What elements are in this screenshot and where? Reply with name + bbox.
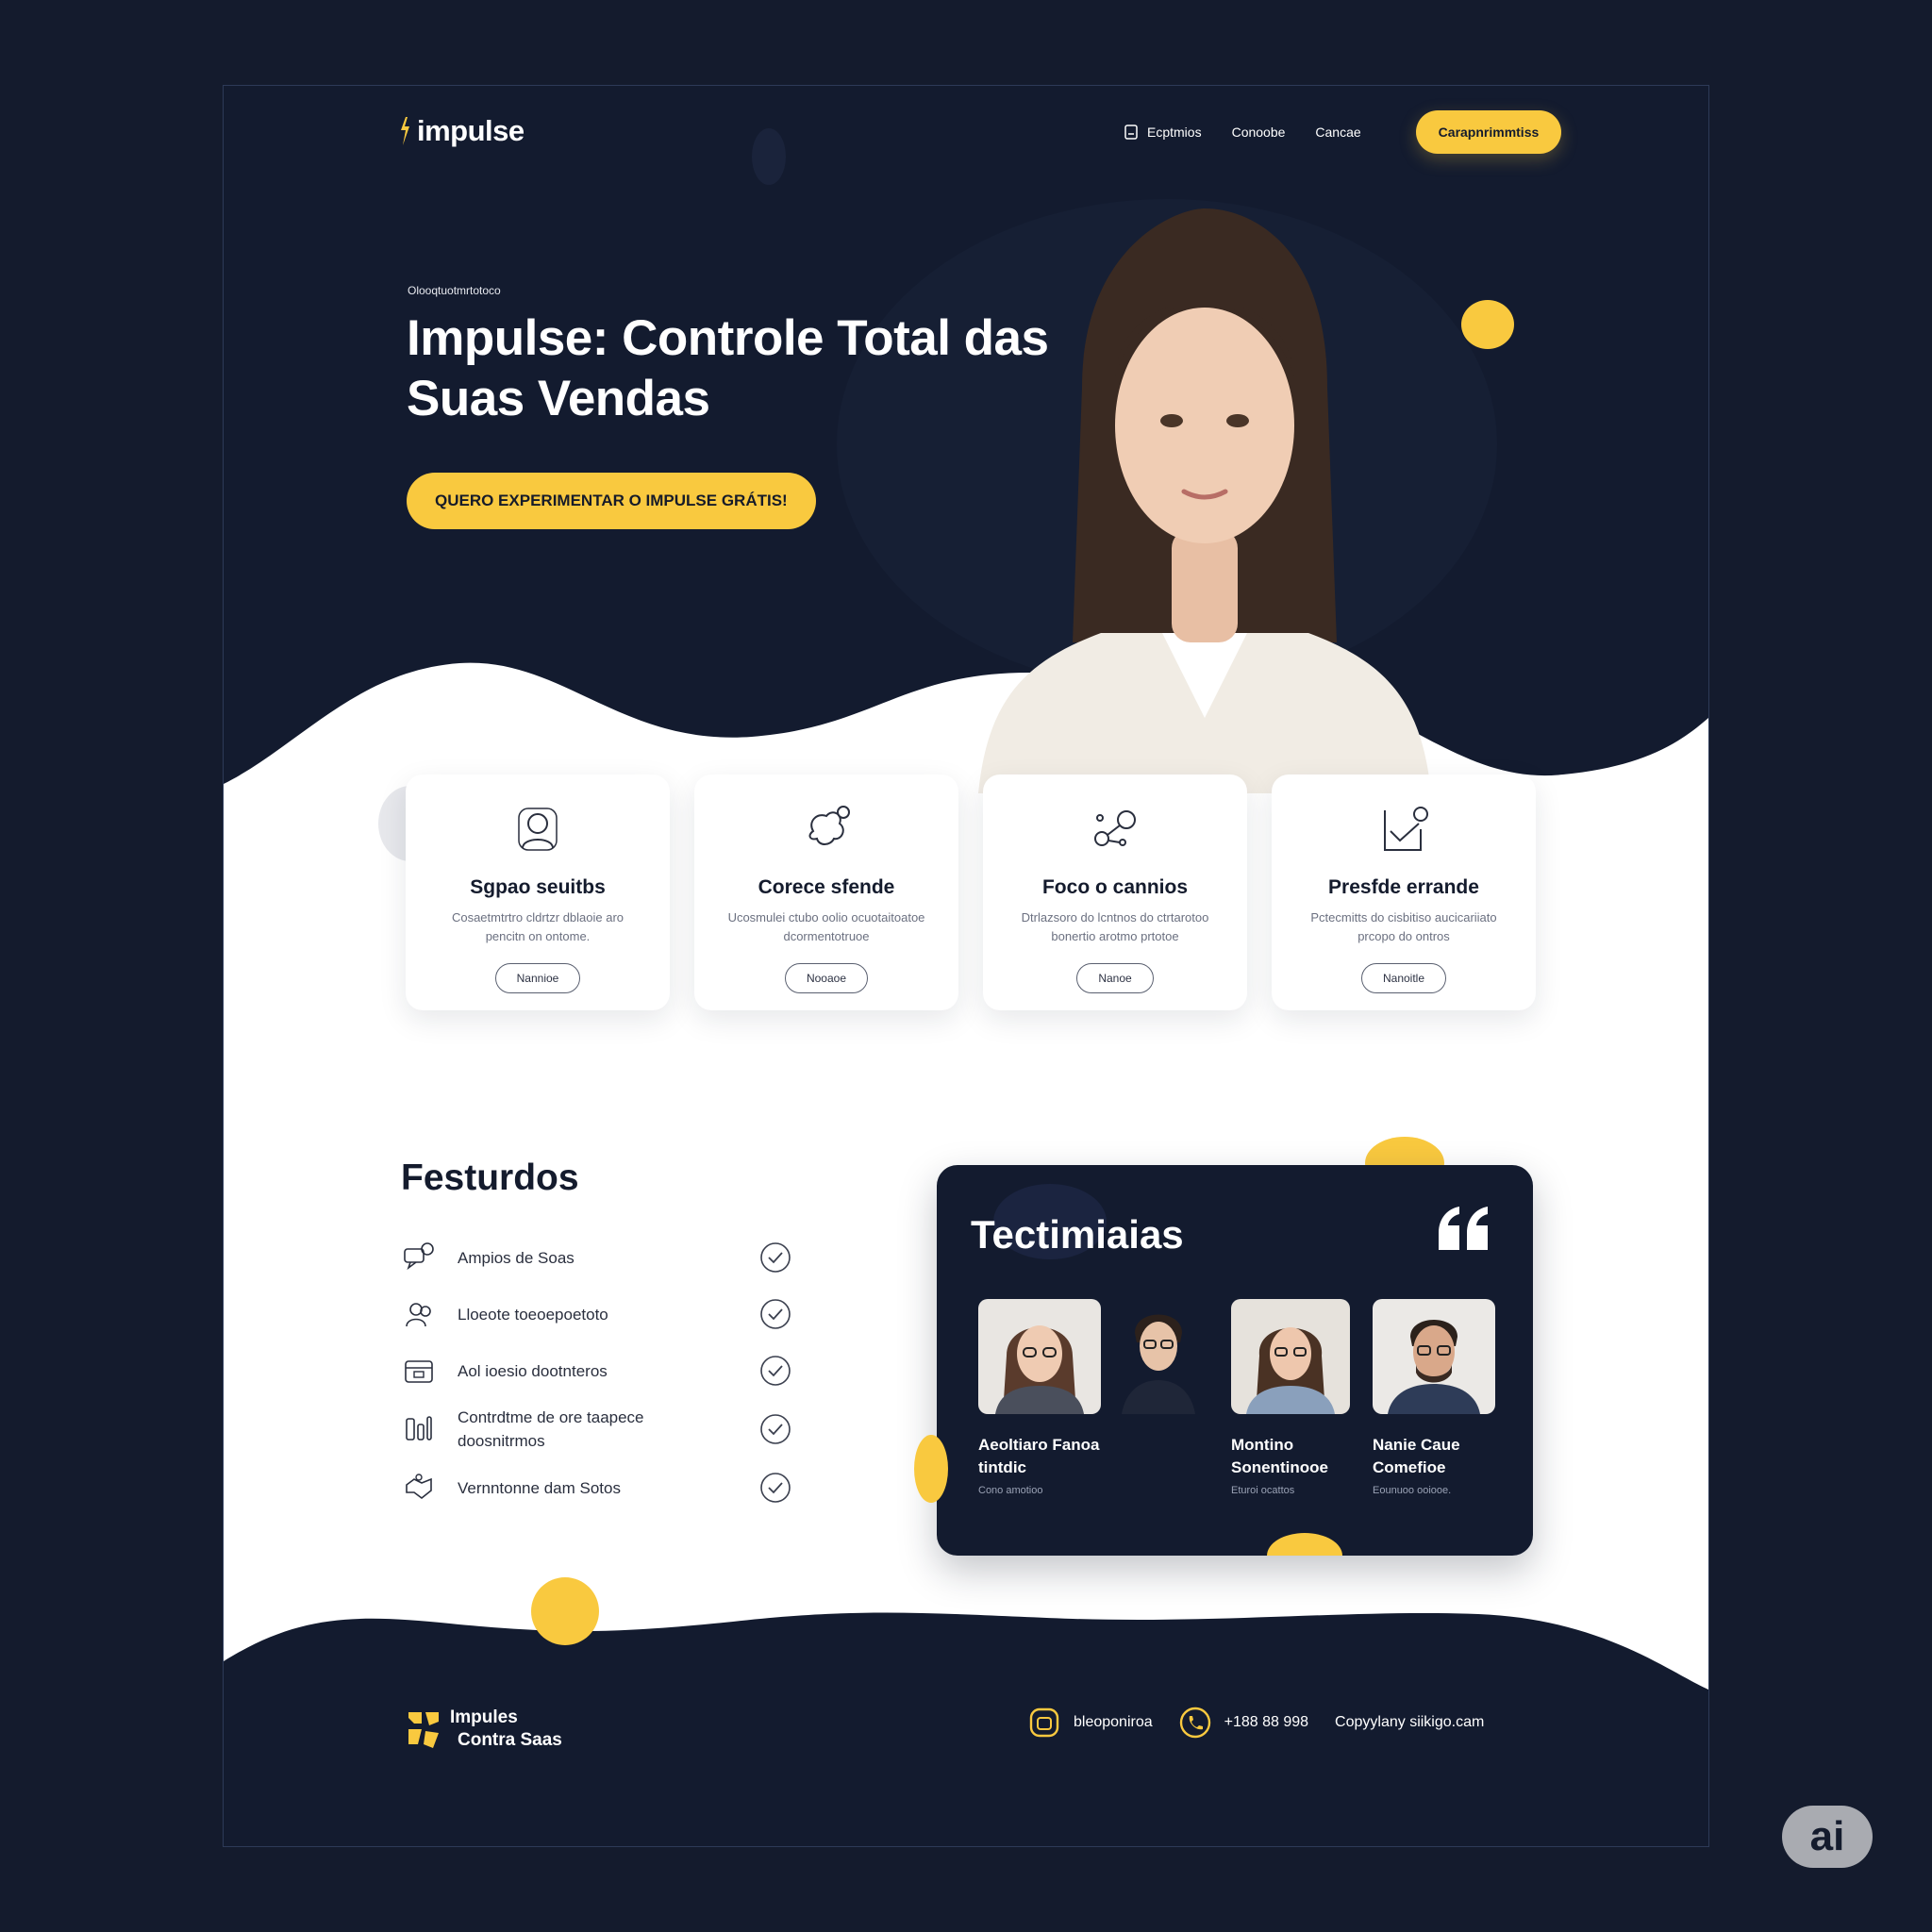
decor-blob	[752, 128, 786, 185]
feature-card: Foco o cannios Dtrlazsoro do lcntnos do …	[983, 774, 1247, 1010]
testimonial-role: Eounuoo ooiooe.	[1373, 1485, 1452, 1496]
card-title: Corece sfende	[758, 876, 895, 898]
testimonial-photo	[978, 1299, 1101, 1414]
features-title: Festurdos	[401, 1158, 579, 1198]
nav-item-conoobe[interactable]: Conoobe	[1232, 125, 1286, 140]
hero-eyebrow: Olooqtuotmrtotoco	[408, 284, 501, 297]
users-icon	[406, 1303, 431, 1327]
user-icon	[518, 808, 558, 851]
card-title: Foco o cannios	[1041, 876, 1188, 898]
mail-icon	[1029, 1707, 1059, 1738]
card-button[interactable]: Nooaoe	[784, 963, 869, 993]
chat-icon	[404, 1242, 434, 1271]
testimonial-photo	[1231, 1299, 1350, 1414]
testimonials-title: Tectimiaias	[971, 1212, 1184, 1257]
phone-icon	[1179, 1707, 1210, 1739]
check-circle-icon	[760, 1473, 791, 1503]
testimonial-name: Nanie Caue Comefioe	[1373, 1436, 1460, 1476]
feature-row: Contrdtme de ore taapece doosnitrmos	[403, 1399, 799, 1459]
chart-icon	[406, 1416, 432, 1441]
hero-portrait	[978, 208, 1431, 793]
network-icon	[1094, 810, 1136, 846]
footer-copyright: Copyylany siikigo.cam	[1335, 1714, 1485, 1730]
inbox-check-icon	[1384, 807, 1428, 851]
testimonial-photo	[1122, 1314, 1195, 1414]
feature-card: Presfde errande Pctecmitts do cisbitiso …	[1272, 774, 1536, 1010]
card-button[interactable]: Nannioe	[494, 963, 581, 993]
nav-item-ecptmios[interactable]: Ecptmios	[1124, 125, 1202, 140]
logo-mark-icon	[401, 117, 409, 145]
card-title: Presfde errande	[1328, 876, 1479, 898]
footer-contact: bleoponiroa +188 88 998 Copyylany siikig…	[1028, 1707, 1484, 1739]
testimonial-card: Montino Sonentinooe Eturoi ocattos	[1231, 1299, 1373, 1496]
ai-badge: ai	[1782, 1806, 1873, 1868]
card-button[interactable]: Nanoe	[1076, 963, 1154, 993]
feature-row: Vernntonne dam Sotos	[403, 1459, 799, 1516]
testimonial-photo	[1373, 1299, 1495, 1414]
landing-page: impulse Ecptmios Conoobe Cancae Carapnri…	[223, 85, 1709, 1847]
brain-icon	[808, 806, 850, 845]
card-button[interactable]: Nanoitle	[1360, 963, 1447, 993]
footer-brand-line2: Contra Saas	[458, 1730, 562, 1750]
feature-row: Ampios de Soas	[403, 1229, 799, 1286]
logo[interactable]: impulse	[398, 114, 525, 148]
nav-item-label: Cancae	[1315, 125, 1361, 140]
feature-card: Corece sfende Ucosmulei ctubo oolio ocuo…	[694, 774, 958, 1010]
feature-label: Lloeote toeoepoetoto	[458, 1305, 608, 1324]
document-icon	[1124, 125, 1138, 140]
check-circle-icon	[760, 1414, 791, 1444]
nav-cta-button[interactable]: Carapnrimmtiss	[1415, 110, 1562, 154]
card-description: Ucosmulei ctubo oolio ocuotaitoatoe dcor…	[727, 910, 925, 943]
top-nav: Ecptmios Conoobe Cancae Carapnrimmtiss	[1124, 110, 1562, 154]
feature-label: Contrdtme de ore taapece doosnitrmos	[458, 1408, 644, 1450]
footer-logo[interactable]: Impules Contra Saas	[405, 1707, 562, 1752]
testimonial-card	[1116, 1299, 1201, 1434]
feature-row: Lloeote toeoepoetoto	[403, 1286, 799, 1342]
testimonial-card: Aeoltiaro Fanoa tintdic Cono amotioo	[978, 1299, 1120, 1496]
feature-label: Vernntonne dam Sotos	[458, 1478, 621, 1497]
testimonials-panel: Tectimiaias Aeoltiaro Fanoa tintdic Cono…	[937, 1165, 1533, 1556]
nav-item-label: Conoobe	[1231, 125, 1286, 140]
feature-card: Sgpao seuitbs Cosaetmtrtro cldrtzr dblao…	[406, 774, 670, 1010]
footer-phone-text: +188 88 998	[1224, 1714, 1309, 1730]
decor-blob	[914, 1435, 948, 1503]
hero-cta-button[interactable]: QUERO EXPERIMENTAR O IMPULSE GRÁTIS!	[407, 473, 816, 529]
check-circle-icon	[760, 1299, 791, 1329]
quote-icon	[1439, 1207, 1488, 1250]
card-description: Dtrlazsoro do lcntnos do ctrtarotoo bone…	[1021, 910, 1209, 943]
footer-logo-icon	[408, 1712, 439, 1748]
card-description: Cosaetmtrtro cldrtzr dblaoie aro pencitn…	[451, 910, 625, 943]
feature-label: Aol ioesio dootnteros	[458, 1361, 608, 1380]
handshake-icon	[406, 1474, 432, 1500]
footer-email-text: bleoponiroa	[1074, 1714, 1153, 1730]
testimonial-role: Eturoi ocattos	[1231, 1485, 1295, 1496]
features-list: Ampios de Soas Lloeote toeoepoetoto Aol …	[403, 1229, 799, 1516]
testimonial-role: Cono amotioo	[978, 1485, 1043, 1496]
testimonial-name: Aeoltiaro Fanoa tintdic	[978, 1436, 1100, 1476]
card-description: Pctecmitts do cisbitiso aucicariiato prc…	[1310, 910, 1497, 943]
feature-cards: Sgpao seuitbs Cosaetmtrtro cldrtzr dblao…	[406, 774, 1536, 1010]
calendar-icon	[405, 1360, 433, 1383]
card-title: Sgpao seuitbs	[470, 876, 606, 898]
feature-row: Aol ioesio dootnteros	[403, 1342, 799, 1399]
footer-brand-line1: Impules	[450, 1707, 518, 1727]
footer-phone[interactable]: +188 88 998	[1179, 1707, 1308, 1739]
testimonial-card: Nanie Caue Comefioe Eounuoo ooiooe.	[1373, 1299, 1514, 1496]
check-circle-icon	[760, 1242, 791, 1273]
nav-item-label: Ecptmios	[1147, 125, 1202, 140]
check-circle-icon	[760, 1356, 791, 1386]
footer-email[interactable]: bleoponiroa	[1028, 1707, 1153, 1739]
testimonial-name: Montino Sonentinooe	[1231, 1436, 1328, 1476]
feature-label: Ampios de Soas	[458, 1248, 575, 1267]
logo-text: impulse	[417, 114, 525, 147]
nav-item-cancae[interactable]: Cancae	[1315, 125, 1360, 140]
